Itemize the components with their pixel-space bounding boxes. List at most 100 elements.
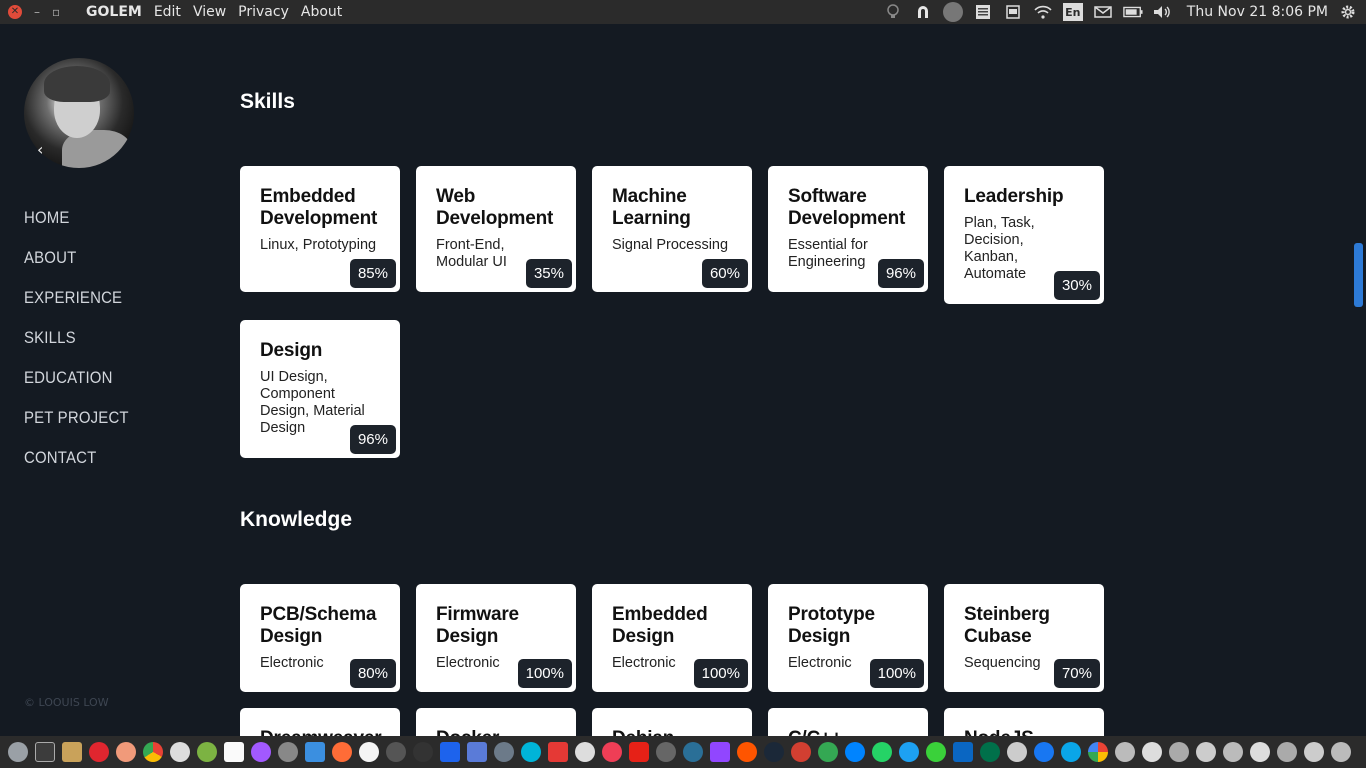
- knowledge-card: NodeJS: [944, 708, 1104, 736]
- steam-icon[interactable]: [764, 742, 784, 762]
- skill-percent-badge: 96%: [349, 425, 396, 454]
- knowledge-percent-badge: 100%: [517, 659, 572, 688]
- menu-view[interactable]: View: [193, 4, 226, 20]
- app-icon[interactable]: [683, 742, 703, 762]
- user-avatar-icon[interactable]: [942, 2, 963, 22]
- main-content: Skills Embedded Development Linux, Proto…: [200, 24, 1352, 736]
- github-icon[interactable]: [359, 742, 379, 762]
- app-icon[interactable]: [1331, 742, 1351, 762]
- skill-percent-badge: 35%: [525, 259, 572, 288]
- twitter-icon[interactable]: [899, 742, 919, 762]
- linkedin-icon[interactable]: [953, 742, 973, 762]
- nav-home[interactable]: HOME: [24, 208, 129, 248]
- hangouts-icon[interactable]: [818, 742, 838, 762]
- knowledge-card: Firmware Design Electronic 100%: [416, 584, 576, 692]
- app-icon[interactable]: [656, 742, 676, 762]
- knowledge-title: PCB/Schema Design: [260, 604, 377, 647]
- horseshoe-app-icon[interactable]: [170, 742, 190, 762]
- app-launcher-dock: [0, 736, 1366, 768]
- chevron-left-icon[interactable]: ‹: [37, 140, 43, 159]
- clock[interactable]: Thu Nov 21 8:06 PM: [1187, 4, 1328, 20]
- virtualbox-icon[interactable]: [305, 742, 325, 762]
- sd-card-icon[interactable]: [1003, 4, 1023, 20]
- menu-about[interactable]: About: [301, 4, 342, 20]
- play-icon[interactable]: [521, 742, 541, 762]
- app-icon[interactable]: [1007, 742, 1027, 762]
- nav-contact[interactable]: CONTACT: [24, 448, 129, 488]
- app-icon[interactable]: [1277, 742, 1297, 762]
- skill-card: Leadership Plan, Task, Decision, Kanban,…: [944, 166, 1104, 304]
- chrome-icon[interactable]: [143, 742, 163, 762]
- skill-title: Machine Learning: [612, 186, 691, 229]
- app-icon[interactable]: [1115, 742, 1135, 762]
- skill-card: Machine Learning Signal Processing 60%: [592, 166, 752, 292]
- app-icon[interactable]: [251, 742, 271, 762]
- starbucks-icon[interactable]: [980, 742, 1000, 762]
- app-icon[interactable]: [791, 742, 811, 762]
- app-icon[interactable]: [575, 742, 595, 762]
- app-icon[interactable]: [1250, 742, 1270, 762]
- app-icon[interactable]: [1061, 742, 1081, 762]
- opera-icon[interactable]: [89, 742, 109, 762]
- facebook-icon[interactable]: [1034, 742, 1054, 762]
- pocket-icon[interactable]: [602, 742, 622, 762]
- wifi-icon[interactable]: [1033, 4, 1053, 20]
- terminal-icon[interactable]: [35, 742, 55, 762]
- messenger-icon[interactable]: [845, 742, 865, 762]
- app-icon[interactable]: [1223, 742, 1243, 762]
- knowledge-card: PCB/Schema Design Electronic 80%: [240, 584, 400, 692]
- skill-card: Software Development Essential for Engin…: [768, 166, 928, 292]
- app-icon[interactable]: [386, 742, 406, 762]
- twitch-icon[interactable]: [710, 742, 730, 762]
- google-maps-icon[interactable]: [1088, 742, 1108, 762]
- app-icon[interactable]: [413, 742, 433, 762]
- app-launcher-icon[interactable]: [8, 742, 28, 762]
- nav-experience[interactable]: EXPERIENCE: [24, 288, 129, 328]
- restore-window-icon[interactable]: ▫: [52, 5, 60, 19]
- android-studio-icon[interactable]: [197, 742, 217, 762]
- app-icon[interactable]: [1169, 742, 1189, 762]
- menu-edit[interactable]: Edit: [154, 4, 181, 20]
- files-icon[interactable]: [62, 742, 82, 762]
- scrollbar-thumb[interactable]: [1354, 243, 1363, 307]
- knowledge-card: Docker: [416, 708, 576, 736]
- volume-icon[interactable]: [1153, 4, 1173, 20]
- app-icon[interactable]: [1304, 742, 1324, 762]
- bitwarden-icon[interactable]: [467, 742, 487, 762]
- knowledge-title: Embedded Design: [612, 604, 708, 647]
- close-window-icon[interactable]: ✕: [8, 5, 22, 19]
- app-icon[interactable]: [1142, 742, 1162, 762]
- mail-icon[interactable]: [1093, 4, 1113, 20]
- app-icon[interactable]: [116, 742, 136, 762]
- nav-skills[interactable]: SKILLS: [24, 328, 129, 368]
- app-icon[interactable]: [278, 742, 298, 762]
- text-editor-icon[interactable]: [224, 742, 244, 762]
- settings-gear-icon[interactable]: [1338, 4, 1358, 20]
- app-icon[interactable]: [494, 742, 514, 762]
- trello-icon[interactable]: [440, 742, 460, 762]
- whatsapp-icon[interactable]: [872, 742, 892, 762]
- lightbulb-icon[interactable]: [883, 4, 903, 20]
- minimize-window-icon[interactable]: –: [34, 5, 40, 19]
- app-icon[interactable]: [926, 742, 946, 762]
- app-icon[interactable]: [1196, 742, 1216, 762]
- nav-about[interactable]: ABOUT: [24, 248, 129, 288]
- scrollbar-track[interactable]: [1352, 24, 1366, 736]
- skill-card: Embedded Development Linux, Prototyping …: [240, 166, 400, 292]
- battery-icon[interactable]: [1123, 4, 1143, 20]
- skill-percent-badge: 60%: [701, 259, 748, 288]
- app-title[interactable]: GOLEM: [86, 4, 142, 20]
- horseshoe-icon[interactable]: [913, 4, 933, 20]
- soundcloud-icon[interactable]: [737, 742, 757, 762]
- skill-title: Leadership: [964, 186, 1064, 207]
- notes-icon[interactable]: [973, 4, 993, 20]
- youtube-icon[interactable]: [629, 742, 649, 762]
- keyboard-language-indicator[interactable]: En: [1062, 3, 1083, 21]
- menu-privacy[interactable]: Privacy: [238, 4, 289, 20]
- app-icon[interactable]: [548, 742, 568, 762]
- postman-icon[interactable]: [332, 742, 352, 762]
- nav-pet-project[interactable]: PET PROJECT: [24, 408, 129, 448]
- nav-education[interactable]: EDUCATION: [24, 368, 129, 408]
- skill-percent-badge: 96%: [877, 259, 924, 288]
- knowledge-title: Debian: [612, 728, 732, 736]
